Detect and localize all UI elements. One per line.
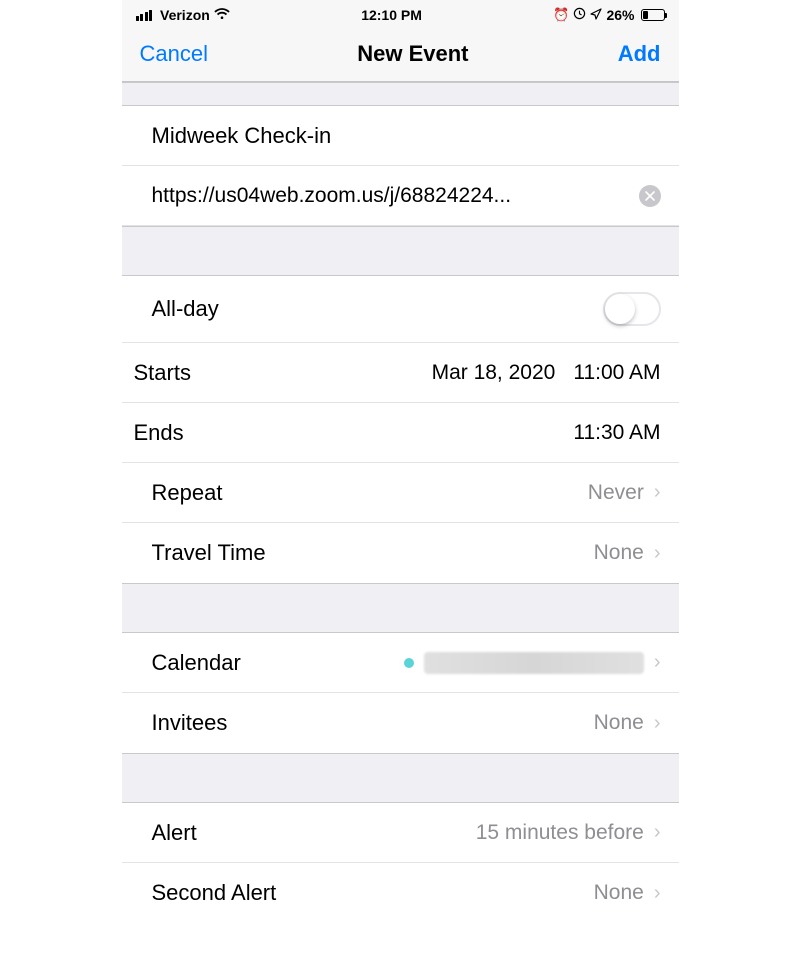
travel-time-value: None <box>594 541 644 565</box>
chevron-right-icon: › <box>654 712 661 735</box>
alert-row[interactable]: Alert 15 minutes before › <box>122 803 679 863</box>
calendar-color-dot <box>404 658 414 668</box>
battery-percent: 26% <box>606 7 634 23</box>
ends-row[interactable]: Ends 11:30 AM <box>122 403 679 463</box>
chevron-right-icon: › <box>654 821 661 844</box>
travel-time-row[interactable]: Travel Time None › <box>122 523 679 583</box>
ends-time: 11:30 AM <box>573 421 660 445</box>
starts-date: Mar 18, 2020 <box>432 361 556 385</box>
add-button[interactable]: Add <box>618 41 661 67</box>
wifi-icon <box>214 8 230 23</box>
calendar-label: Calendar <box>152 650 241 676</box>
repeat-row[interactable]: Repeat Never › <box>122 463 679 523</box>
invitees-value: None <box>594 711 644 735</box>
battery-icon <box>641 9 665 21</box>
travel-time-label: Travel Time <box>152 540 266 566</box>
all-day-row: All-day <box>122 276 679 343</box>
event-title-row[interactable] <box>122 106 679 166</box>
event-title-input[interactable] <box>140 123 661 149</box>
starts-time: 11:00 AM <box>573 361 660 385</box>
alert-label: Alert <box>152 820 197 846</box>
rotation-lock-icon <box>573 7 586 23</box>
event-location-text[interactable]: https://us04web.zoom.us/j/68824224... <box>140 184 629 208</box>
alert-value: 15 minutes before <box>476 821 644 845</box>
status-bar: Verizon 12:10 PM ⏰ 26% <box>122 0 679 26</box>
chevron-right-icon: › <box>654 651 661 674</box>
ends-label: Ends <box>134 420 184 446</box>
second-alert-row[interactable]: Second Alert None › <box>122 863 679 923</box>
location-arrow-icon <box>590 8 602 23</box>
repeat-label: Repeat <box>152 480 223 506</box>
second-alert-value: None <box>594 881 644 905</box>
repeat-value: Never <box>588 481 644 505</box>
calendar-name-blurred <box>424 652 644 674</box>
all-day-toggle[interactable] <box>603 292 661 326</box>
chevron-right-icon: › <box>654 882 661 905</box>
nav-bar: Cancel New Event Add <box>122 26 679 82</box>
starts-row[interactable]: Starts Mar 18, 2020 11:00 AM <box>122 343 679 403</box>
chevron-right-icon: › <box>654 542 661 565</box>
invitees-label: Invitees <box>152 710 228 736</box>
event-location-row[interactable]: https://us04web.zoom.us/j/68824224... <box>122 166 679 226</box>
cancel-button[interactable]: Cancel <box>140 41 208 67</box>
alarm-icon: ⏰ <box>553 7 569 23</box>
chevron-right-icon: › <box>654 481 661 504</box>
all-day-label: All-day <box>152 296 219 322</box>
status-time: 12:10 PM <box>230 7 553 23</box>
carrier-label: Verizon <box>160 7 210 23</box>
clear-location-button[interactable] <box>639 185 661 207</box>
calendar-row[interactable]: Calendar › <box>122 633 679 693</box>
signal-bars-icon <box>136 10 153 21</box>
starts-label: Starts <box>134 360 191 386</box>
page-title: New Event <box>357 41 468 67</box>
invitees-row[interactable]: Invitees None › <box>122 693 679 753</box>
second-alert-label: Second Alert <box>152 880 277 906</box>
